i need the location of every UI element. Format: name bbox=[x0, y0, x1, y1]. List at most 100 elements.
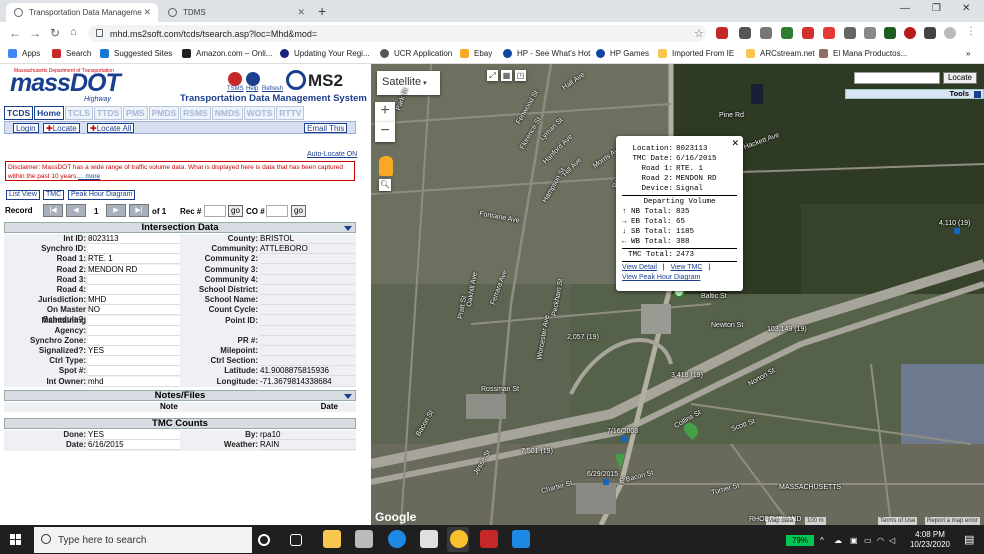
tmc-button[interactable]: TMC bbox=[43, 190, 65, 200]
extension-icon[interactable] bbox=[823, 27, 835, 39]
count-label[interactable]: 7/16/2008 bbox=[607, 428, 638, 435]
more-link[interactable]: ... more bbox=[78, 173, 100, 180]
tray-icon[interactable]: ☁ bbox=[834, 536, 842, 545]
map-data-link[interactable]: Map data bbox=[766, 517, 796, 525]
tab-tdms-active[interactable]: Transportation Data Manageme ✕ bbox=[6, 3, 158, 22]
terms-link[interactable]: Terms of Use bbox=[878, 517, 918, 525]
zoom-in-button[interactable]: + bbox=[375, 102, 395, 122]
peak-hour-button[interactable]: Peak Hour Diagram bbox=[68, 190, 136, 200]
tsms-icon[interactable] bbox=[228, 72, 242, 86]
extension-icon[interactable] bbox=[884, 27, 896, 39]
mail-icon[interactable] bbox=[420, 530, 438, 548]
bookmark-hp[interactable]: HP - See What's Hot bbox=[503, 49, 590, 58]
collapse-icon[interactable] bbox=[344, 226, 352, 231]
forward-icon[interactable]: → bbox=[29, 26, 41, 40]
windows-start-icon[interactable] bbox=[10, 534, 22, 546]
avatar[interactable] bbox=[944, 27, 956, 39]
rec-go-button[interactable]: go bbox=[228, 205, 243, 217]
tab-wots[interactable]: WOTS bbox=[243, 106, 276, 120]
list-view-button[interactable]: List View bbox=[6, 190, 40, 200]
more-bookmarks[interactable]: » bbox=[966, 49, 970, 58]
bookmark-el-mana[interactable]: El Mana Productos... bbox=[819, 49, 907, 58]
wifi-icon[interactable]: ◠ bbox=[877, 536, 884, 545]
menu-icon[interactable]: ⋮ bbox=[966, 26, 976, 37]
report-error-link[interactable]: Report a map error bbox=[925, 517, 980, 525]
intersection-header[interactable]: Intersection Data bbox=[4, 222, 356, 233]
bookmark-star-icon[interactable]: ☆ bbox=[694, 27, 704, 40]
tab-pmds[interactable]: PMDS bbox=[148, 106, 180, 120]
tab-nmds[interactable]: NMDS bbox=[211, 106, 243, 120]
home-icon[interactable]: ⌂ bbox=[70, 26, 77, 38]
tab-rsms[interactable]: RSMS bbox=[180, 106, 211, 120]
map-locate-button[interactable]: Locate bbox=[943, 72, 977, 84]
zoom-out-button[interactable]: − bbox=[375, 122, 395, 142]
view-tmc-link[interactable]: View TMC bbox=[670, 264, 702, 271]
cortana-icon[interactable] bbox=[258, 534, 270, 546]
restore-icon[interactable]: ❐ bbox=[932, 3, 941, 14]
locate-button[interactable]: ✚Locate bbox=[43, 123, 80, 133]
locate-all-button[interactable]: ✚Locate All bbox=[87, 123, 135, 133]
count-label[interactable]: 103,149 (19) bbox=[767, 326, 807, 333]
close-popup-icon[interactable]: ✕ bbox=[731, 138, 739, 148]
notifications-icon[interactable]: ▤ bbox=[964, 533, 974, 546]
bookmark-search[interactable]: Search bbox=[52, 49, 91, 58]
extension-icon[interactable] bbox=[739, 27, 751, 39]
map-search-input[interactable] bbox=[854, 72, 940, 84]
co-input[interactable] bbox=[266, 205, 288, 217]
task-view-icon[interactable] bbox=[290, 534, 302, 546]
back-icon[interactable]: ← bbox=[9, 26, 21, 40]
count-label[interactable]: 4,110 (19) bbox=[939, 220, 970, 227]
extension-icon[interactable] bbox=[864, 27, 876, 39]
store-icon[interactable] bbox=[355, 530, 373, 548]
email-this-button[interactable]: Email This bbox=[304, 123, 348, 133]
tab-pms[interactable]: PMS bbox=[123, 106, 148, 120]
refresh-link[interactable]: Refresh bbox=[262, 86, 283, 92]
count-point-icon[interactable] bbox=[621, 436, 627, 442]
new-tab-icon[interactable]: + bbox=[318, 3, 326, 19]
acrobat-icon[interactable] bbox=[480, 530, 498, 548]
chrome-icon[interactable] bbox=[450, 530, 468, 548]
first-record-button[interactable]: |◀ bbox=[43, 204, 63, 217]
extension-icon[interactable] bbox=[716, 27, 728, 39]
co-go-button[interactable]: go bbox=[291, 205, 306, 217]
bookmark-apps[interactable]: Apps bbox=[8, 49, 40, 58]
tab-tdms[interactable]: TDMS ✕ bbox=[160, 3, 312, 22]
count-label[interactable]: 7,501 (19) bbox=[521, 448, 553, 455]
count-label[interactable]: 6/29/2015 bbox=[587, 471, 618, 478]
count-label[interactable]: 3,418 (19) bbox=[671, 372, 703, 379]
bookmark-amazon[interactable]: Amazon.com – Onli... bbox=[182, 49, 272, 58]
notes-header[interactable]: Notes/Files bbox=[4, 390, 356, 401]
battery-indicator[interactable]: 79% bbox=[786, 535, 814, 546]
bookmark-ebay[interactable]: Ebay bbox=[460, 49, 492, 58]
auto-locate-link[interactable]: Auto-Locate ON bbox=[307, 151, 357, 158]
photos-icon[interactable] bbox=[512, 530, 530, 548]
taskbar-clock[interactable]: 4:08 PM 10/23/2020 bbox=[902, 530, 958, 550]
puzzle-icon[interactable] bbox=[924, 27, 936, 39]
extension-icon[interactable] bbox=[802, 27, 814, 39]
collapse-icon[interactable] bbox=[344, 394, 352, 399]
file-explorer-icon[interactable] bbox=[323, 530, 341, 548]
layers-icon[interactable]: ▦ bbox=[501, 70, 512, 81]
reload-icon[interactable]: ↻ bbox=[50, 26, 60, 40]
bookmark-ucr[interactable]: UCR Application bbox=[380, 49, 452, 58]
bookmark-updating[interactable]: Updating Your Regi... bbox=[280, 49, 370, 58]
close-tab-icon[interactable]: ✕ bbox=[297, 7, 305, 18]
taskbar-search-input[interactable]: Type here to search bbox=[34, 527, 252, 553]
fullscreen-icon[interactable]: ⤢ bbox=[487, 70, 498, 81]
bookmark-arcstream[interactable]: ARCstream.net bbox=[746, 49, 815, 58]
rec-input[interactable] bbox=[204, 205, 226, 217]
tab-tcds[interactable]: TCDS bbox=[4, 106, 34, 120]
tools-bar[interactable]: Tools bbox=[845, 89, 984, 99]
edge-icon[interactable] bbox=[388, 530, 406, 548]
login-button[interactable]: Login bbox=[13, 123, 39, 133]
prev-record-button[interactable]: ◀ bbox=[66, 204, 86, 217]
extension-icon[interactable] bbox=[904, 27, 916, 39]
last-record-button[interactable]: ▶| bbox=[129, 204, 149, 217]
extension-icon[interactable] bbox=[844, 27, 856, 39]
next-record-button[interactable]: ▶ bbox=[106, 204, 126, 217]
count-point-icon[interactable] bbox=[603, 479, 609, 485]
address-bar[interactable]: mhd.ms2soft.com/tcds/tsearch.asp?loc=Mhd… bbox=[88, 25, 706, 42]
battery-icon[interactable]: ▭ bbox=[864, 536, 872, 545]
close-tab-icon[interactable]: ✕ bbox=[143, 7, 151, 18]
view-detail-link[interactable]: View Detail bbox=[622, 264, 657, 271]
